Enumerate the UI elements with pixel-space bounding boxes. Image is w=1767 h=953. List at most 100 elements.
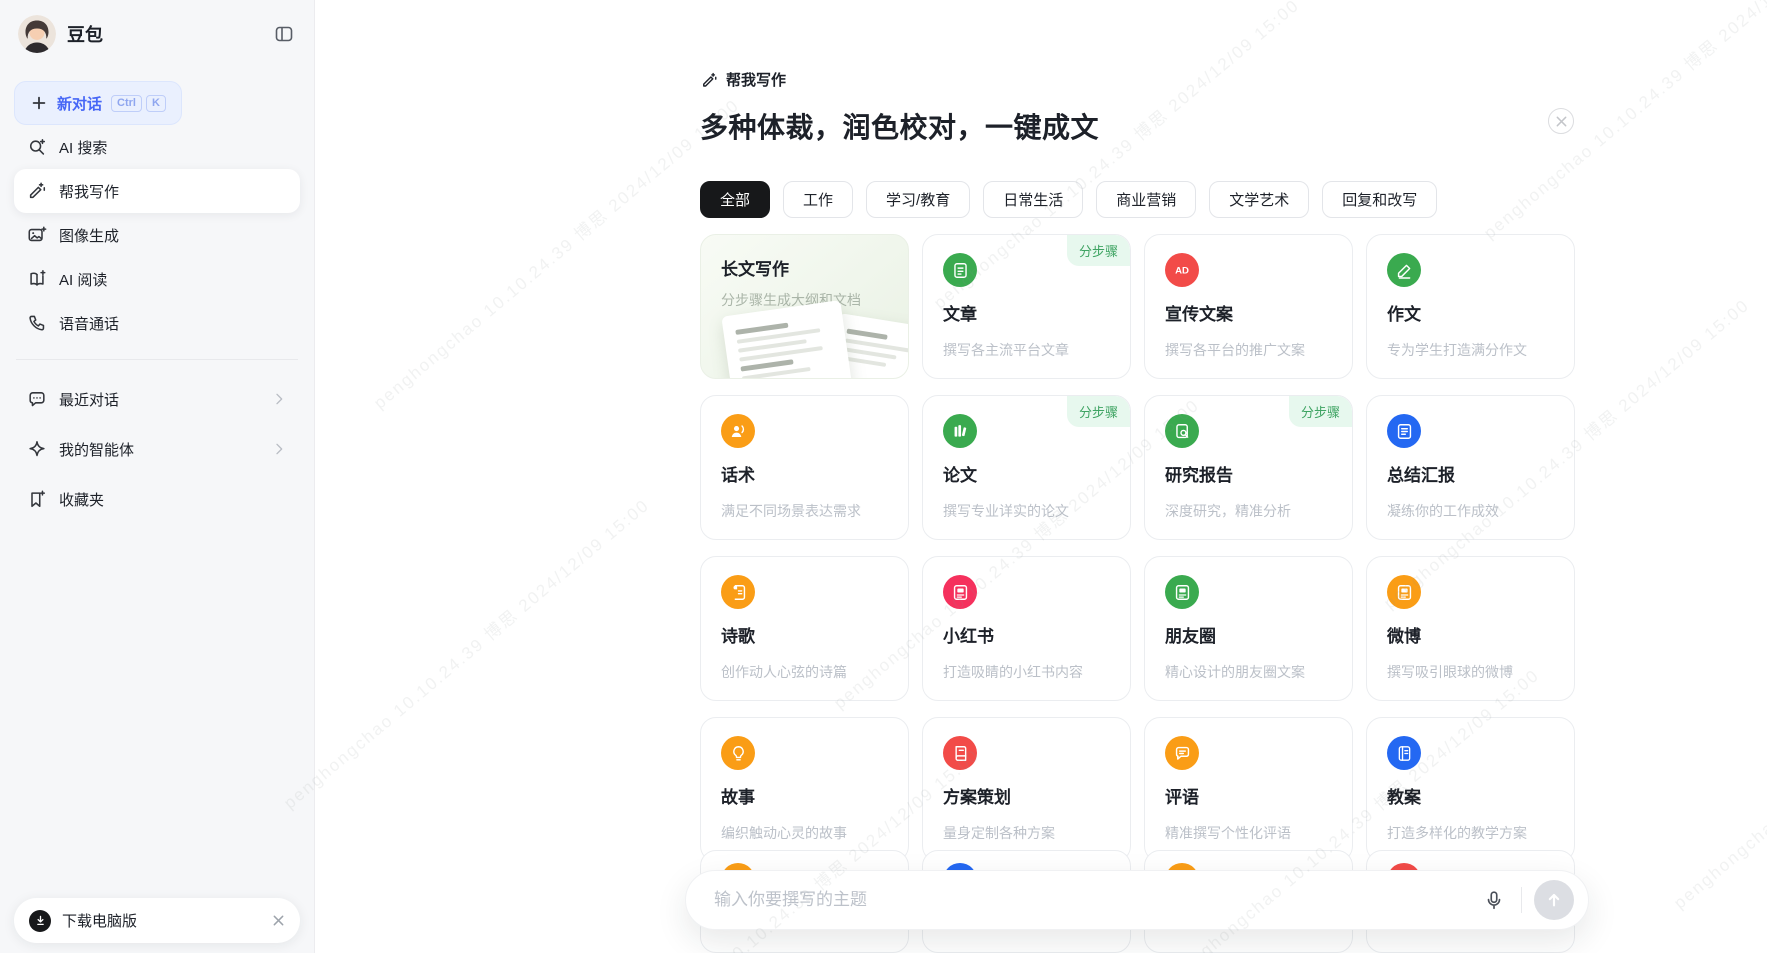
shortcut-keys: Ctrl K: [111, 94, 166, 112]
microphone-icon[interactable]: [1479, 885, 1509, 915]
sidebar-item-label: AI 阅读: [59, 271, 108, 289]
card-subtitle: 精心设计的朋友圈文案: [1165, 664, 1305, 680]
sidebar-nav-main: AI 搜索 帮我写作 图像生成 AI 阅读 语音通话: [0, 125, 314, 345]
card-weibo[interactable]: 微博 撰写吸引眼球的微博: [1366, 556, 1575, 701]
category-tabs: 全部 工作 学习/教育 日常生活 商业营销 文学艺术 回复和改写: [700, 181, 1575, 218]
sidebar-divider: [16, 359, 298, 360]
card-story[interactable]: 故事 编织触动心灵的故事: [700, 717, 909, 862]
bookmark-icon: [27, 489, 47, 509]
download-label: 下载电脑版: [62, 913, 138, 930]
card-title: 文章: [943, 305, 977, 324]
tab-3[interactable]: 日常生活: [983, 181, 1084, 218]
card-subtitle: 撰写各主流平台文章: [943, 342, 1069, 358]
dismiss-download-icon[interactable]: [272, 914, 285, 927]
svg-text:AD: AD: [1175, 266, 1189, 277]
sidebar-item-recent-chats[interactable]: 最近对话: [14, 374, 300, 424]
card-essay[interactable]: 作文 专为学生打造满分作文: [1366, 234, 1575, 379]
agents-icon: [27, 439, 47, 459]
card-title: 研究报告: [1165, 466, 1233, 485]
card-title: 方案策划: [943, 788, 1011, 807]
card-subtitle: 撰写专业详实的论文: [943, 503, 1069, 519]
doc-lines-icon: [943, 253, 977, 287]
phone-icon: [27, 313, 47, 333]
composer-divider: [1521, 887, 1522, 913]
card-title: 作文: [1387, 305, 1421, 324]
card-title: 论文: [943, 466, 977, 485]
sidebar-nav-collections: 最近对话 我的智能体 收藏夹: [0, 374, 314, 524]
sidebar-item-my-agents[interactable]: 我的智能体: [14, 424, 300, 474]
card-xiaohongshu[interactable]: 小红书 打造吸睛的小红书内容: [922, 556, 1131, 701]
card-title: 长文写作: [721, 260, 789, 279]
feature-title: 帮我写作: [726, 72, 787, 89]
key-k: K: [145, 94, 166, 112]
notebook-icon: [1387, 736, 1421, 770]
sidebar-item-label: AI 搜索: [59, 139, 108, 157]
book-plan-icon: [943, 736, 977, 770]
template-card-grid: 长文写作 分步骤生成大纲和文档 分步骤 文章 撰写各主流平台文章 AD 宣传文案…: [700, 234, 1575, 862]
card-summary[interactable]: 总结汇报 凝练你的工作成效: [1366, 395, 1575, 540]
books-icon: [943, 414, 977, 448]
avatar[interactable]: [18, 15, 56, 53]
card-title: 朋友圈: [1165, 627, 1216, 646]
step-badge: 分步骤: [1066, 235, 1130, 266]
sidebar-item-write[interactable]: 帮我写作: [14, 169, 300, 213]
card-title: 诗歌: [721, 627, 755, 646]
card-subtitle: 撰写吸引眼球的微博: [1387, 664, 1513, 680]
sidebar-item-voice-call[interactable]: 语音通话: [14, 301, 300, 345]
card-plan[interactable]: 方案策划 量身定制各种方案: [922, 717, 1131, 862]
sidebar-header: 豆包: [0, 0, 314, 68]
sidebar-item-ai-search[interactable]: AI 搜索: [14, 125, 300, 169]
documents-illustration: [715, 300, 908, 378]
comment-icon: [1165, 736, 1199, 770]
card-poetry[interactable]: 诗歌 创作动人心弦的诗篇: [700, 556, 909, 701]
ad-icon: AD: [1165, 253, 1199, 287]
download-desktop-button[interactable]: 下载电脑版: [14, 898, 300, 943]
sidebar-item-favorites[interactable]: 收藏夹: [14, 474, 300, 524]
card-remarks[interactable]: 评语 精准撰写个性化评语: [1144, 717, 1353, 862]
sidebar-item-label: 我的智能体: [59, 441, 135, 459]
feature-header: 帮我写作: [700, 69, 1575, 90]
sidebar-collapse-icon[interactable]: [272, 22, 296, 46]
tab-5[interactable]: 文学艺术: [1209, 181, 1310, 218]
step-badge: 分步骤: [1066, 396, 1130, 427]
plus-icon: [30, 94, 48, 112]
doc-list-icon: [1387, 414, 1421, 448]
tab-2[interactable]: 学习/教育: [866, 181, 971, 218]
sidebar-item-image-gen[interactable]: 图像生成: [14, 213, 300, 257]
card-moments[interactable]: 朋友圈 精心设计的朋友圈文案: [1144, 556, 1353, 701]
card-ad-copy[interactable]: AD 宣传文案 撰写各平台的推广文案: [1144, 234, 1353, 379]
tab-1[interactable]: 工作: [783, 181, 854, 218]
photo-doc-icon: [943, 575, 977, 609]
card-title: 故事: [721, 788, 755, 807]
tab-4[interactable]: 商业营销: [1096, 181, 1197, 218]
new-chat-button[interactable]: 新对话 Ctrl K: [14, 81, 182, 125]
step-badge: 分步骤: [1288, 396, 1352, 427]
chat-history-icon: [27, 389, 47, 409]
doubao-app: penghongchao 10.10.24.39 博思 2024/12/09 1…: [0, 0, 1767, 953]
tab-6[interactable]: 回复和改写: [1322, 181, 1438, 218]
sidebar-item-label: 语音通话: [59, 315, 120, 333]
topic-input[interactable]: [712, 889, 1479, 911]
card-long-writing[interactable]: 长文写作 分步骤生成大纲和文档: [700, 234, 909, 379]
sidebar-item-label: 帮我写作: [59, 183, 120, 201]
composer: [685, 870, 1589, 930]
send-button[interactable]: [1534, 880, 1574, 920]
watermark-text: penghongchao 10.10.24.39 博思 2024/12/09 1…: [370, 95, 744, 413]
card-subtitle: 量身定制各种方案: [943, 825, 1055, 841]
card-lesson-plan[interactable]: 教案 打造多样化的教学方案: [1366, 717, 1575, 862]
card-title: 宣传文案: [1165, 305, 1233, 324]
card-scripts[interactable]: 话术 满足不同场景表达需求: [700, 395, 909, 540]
tab-0[interactable]: 全部: [700, 181, 771, 218]
card-research[interactable]: 分步骤 研究报告 深度研究，精准分析: [1144, 395, 1353, 540]
card-title: 评语: [1165, 788, 1199, 807]
card-article[interactable]: 分步骤 文章 撰写各主流平台文章: [922, 234, 1131, 379]
card-thesis[interactable]: 分步骤 论文 撰写专业详实的论文: [922, 395, 1131, 540]
card-title: 总结汇报: [1387, 466, 1455, 485]
write-icon: [27, 181, 47, 201]
scroll-icon: [721, 575, 755, 609]
card-subtitle: 专为学生打造满分作文: [1387, 342, 1527, 358]
sidebar-item-ai-read[interactable]: AI 阅读: [14, 257, 300, 301]
app-title: 豆包: [67, 25, 103, 45]
sidebar-item-label: 图像生成: [59, 227, 120, 245]
close-icon[interactable]: [1548, 108, 1574, 134]
